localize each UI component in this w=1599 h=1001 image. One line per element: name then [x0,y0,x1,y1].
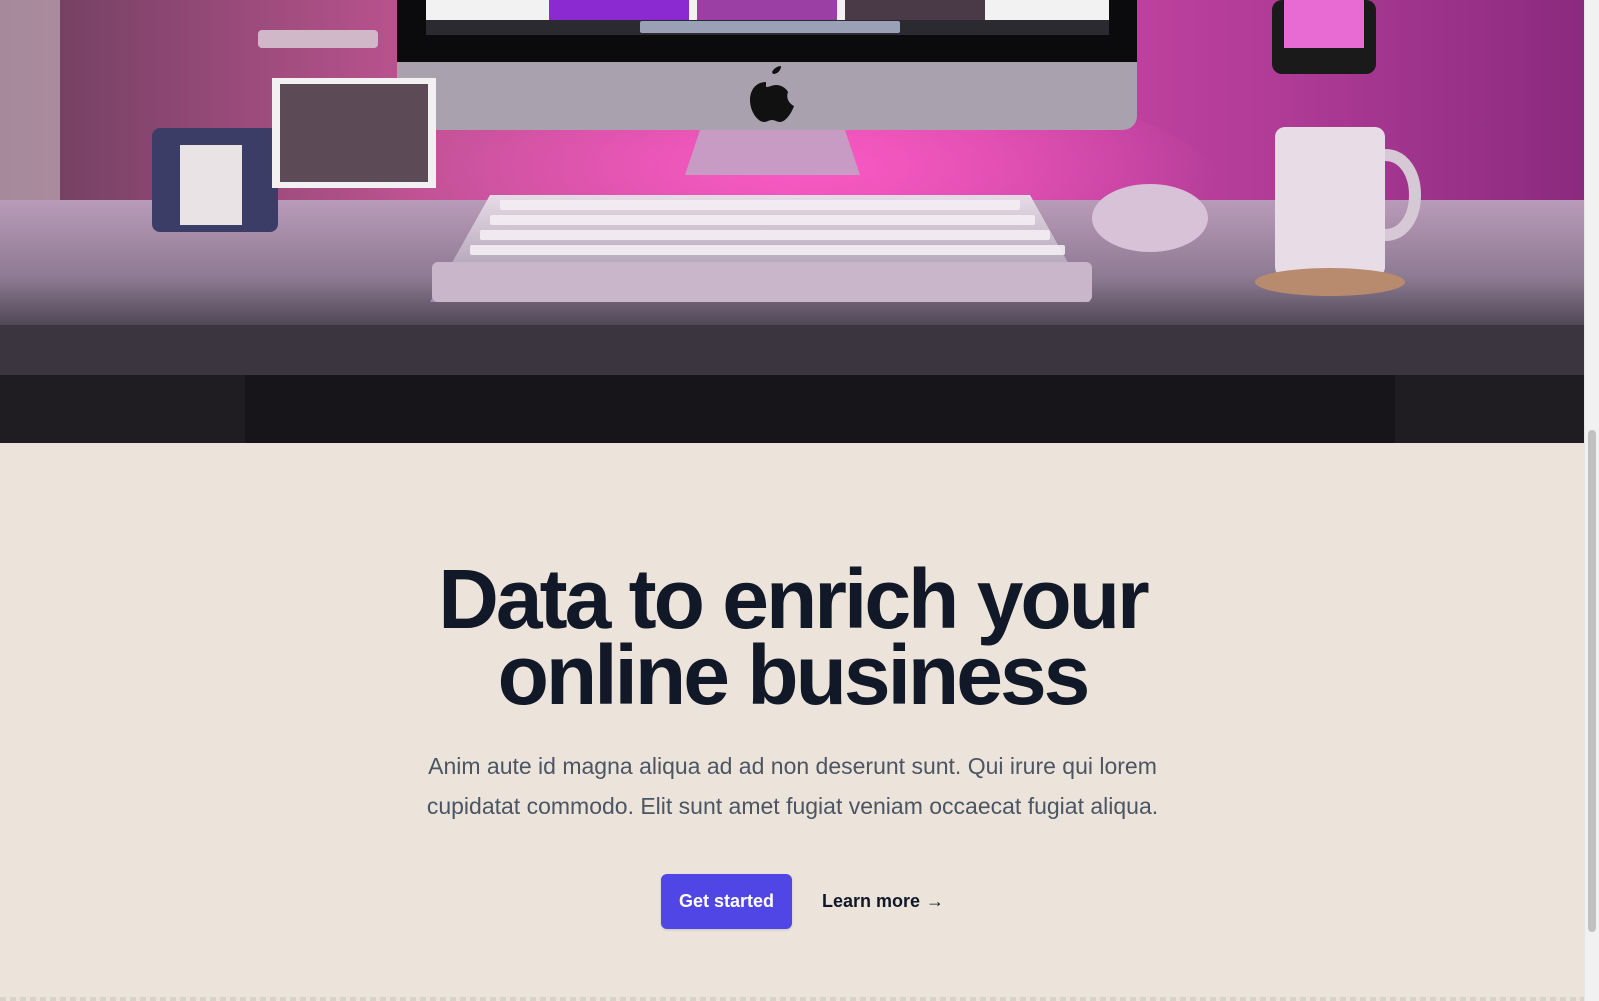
lead-line-1: Anim aute id magna aliqua ad ad non dese… [428,753,1157,779]
section-divider [0,997,1585,1001]
page-title: Data to enrich your online business [0,552,1585,722]
learn-more-label: Learn more [821,891,921,911]
lead-line-2: cupidatat commodo. Elit sunt amet fugiat… [426,793,1159,819]
scrollbar-thumb[interactable] [1588,430,1596,932]
cta-actions: Get started Learn more → [0,874,1585,929]
page-scrollbar[interactable] [1584,0,1599,1001]
page-title-line-2: online business [497,628,1091,722]
hero-section: Data to enrich your online business Anim… [0,443,1585,1001]
learn-more-link[interactable]: Learn more → [822,891,944,912]
desk-photo [0,0,1585,443]
hero-image [0,0,1585,443]
lead-paragraph: Anim aute id magna aliqua ad ad non dese… [0,746,1585,826]
get-started-button[interactable]: Get started [660,874,792,929]
arrow-right-icon: → [926,891,945,911]
page-title-line-1: Data to enrich your [438,552,1149,646]
